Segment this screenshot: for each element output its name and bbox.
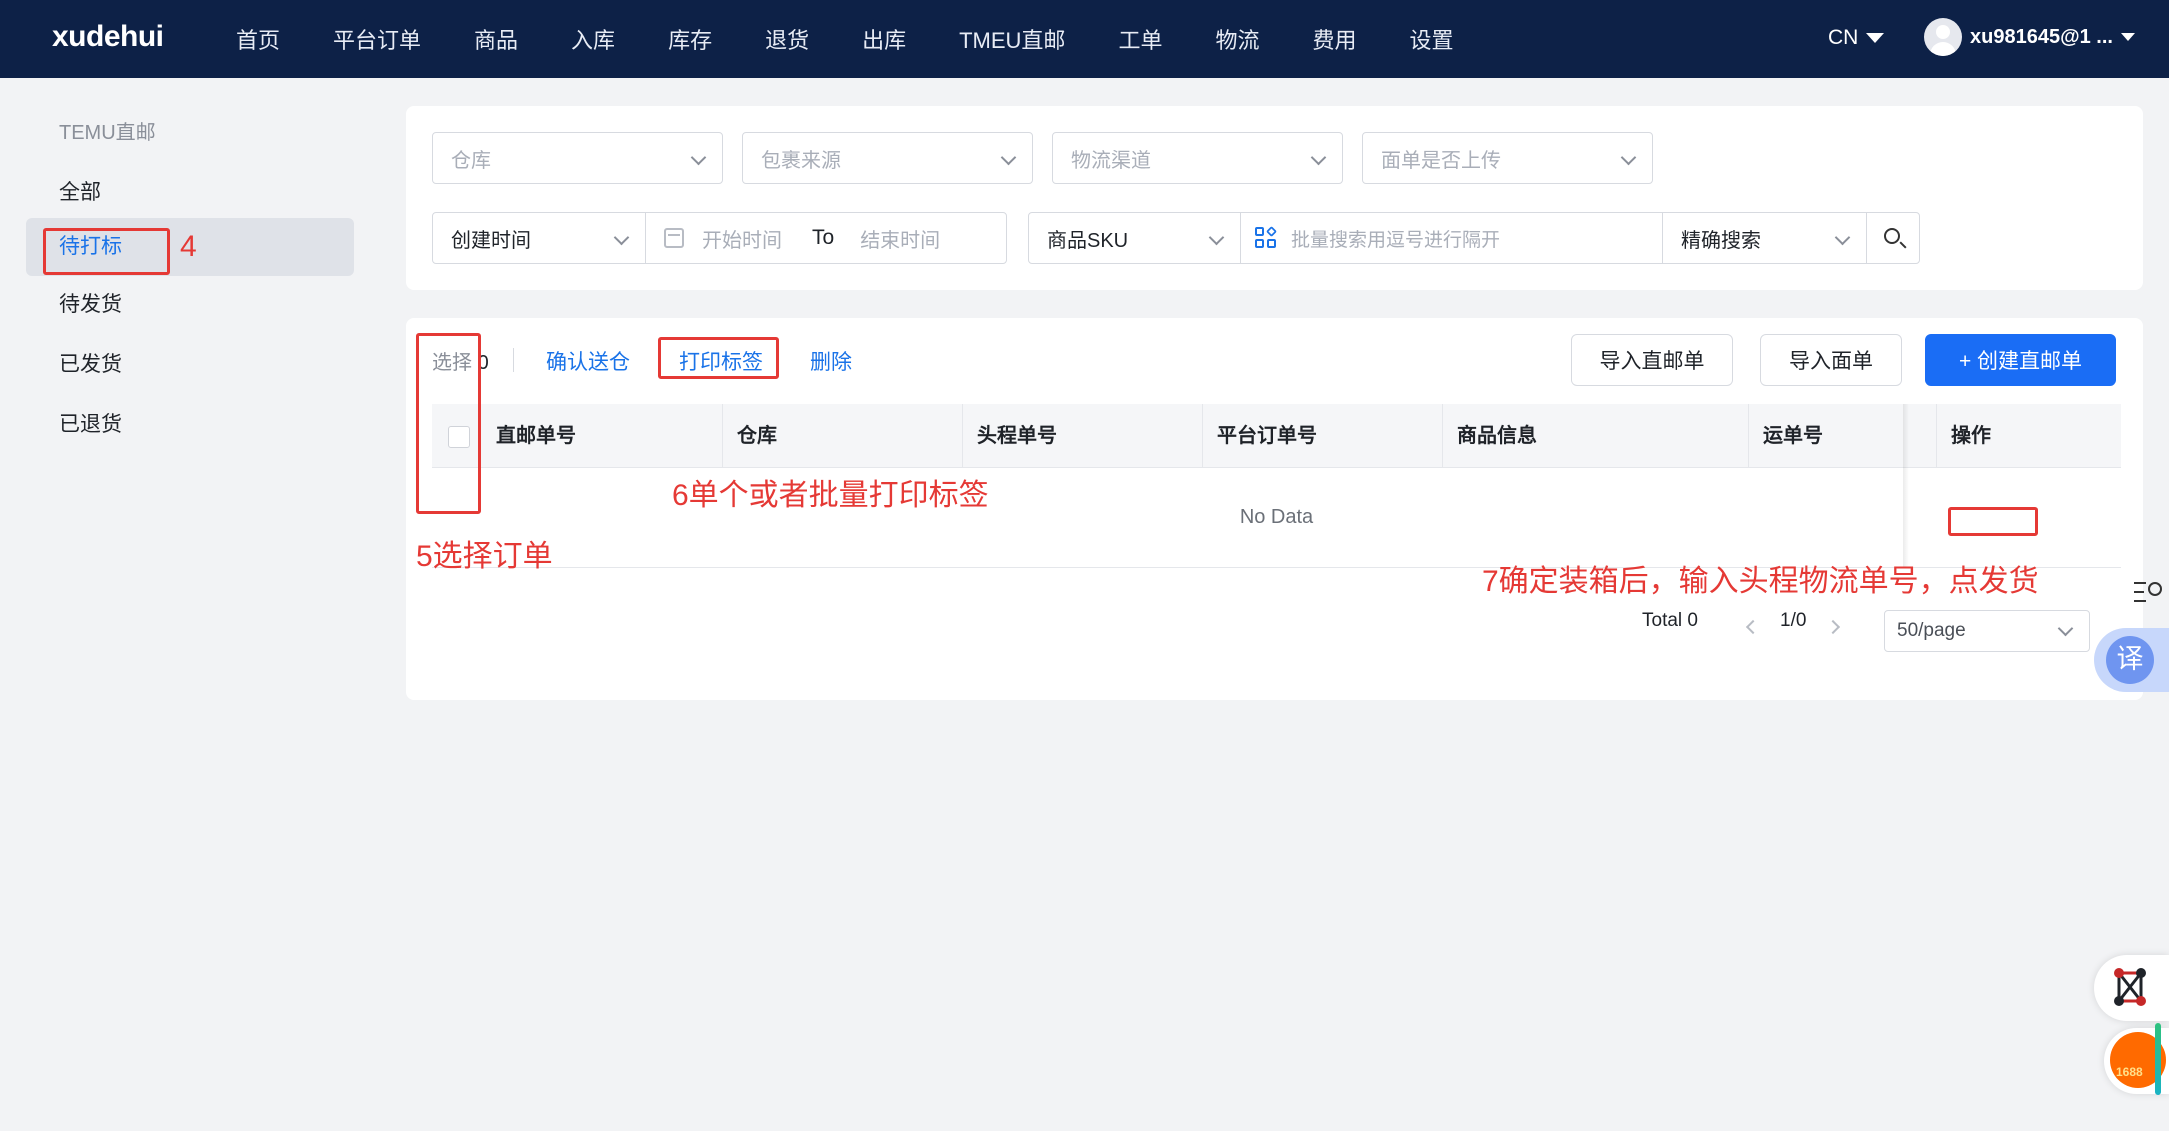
package-source-placeholder: 包裹来源 <box>761 149 841 172</box>
toolbar-divider <box>513 348 514 372</box>
translate-button[interactable]: 译 <box>2094 628 2169 692</box>
annotation-step-4: 4 <box>180 230 197 263</box>
package-source-select[interactable]: 包裹来源 <box>742 132 1033 184</box>
time-type-select[interactable]: 创建时间 <box>432 212 646 264</box>
network-plugin-button[interactable] <box>2094 955 2169 1021</box>
column-header-warehouse: 仓库 <box>722 404 962 468</box>
search-mode-select[interactable]: 精确搜索 <box>1662 212 1867 264</box>
annotation-step-7: 7确定装箱后，输入头程物流单号，点发货 <box>1482 565 2039 598</box>
annotation-step-5: 5选择订单 <box>416 540 553 573</box>
warehouse-select[interactable]: 仓库 <box>432 132 723 184</box>
chevron-down-icon <box>1620 149 1637 166</box>
calendar-icon <box>664 228 684 248</box>
network-icon <box>2114 968 2146 1006</box>
language-label: CN <box>1828 26 1859 49</box>
page-size-value: 50/page <box>1897 620 1966 641</box>
sidebar-title: TEMU直邮 <box>59 122 156 144</box>
pagination-total: Total 0 <box>1642 610 1698 631</box>
create-direct-button[interactable]: + 创建直邮单 <box>1925 334 2116 386</box>
column-header-first-leg-no: 头程单号 <box>962 404 1202 468</box>
annotation-step-6: 6单个或者批量打印标签 <box>672 479 989 512</box>
user-menu[interactable]: xu981645@1 ... <box>1924 18 2135 56</box>
annotation-box-select <box>416 333 481 514</box>
side-scroll-handle[interactable] <box>2155 1023 2161 1095</box>
chevron-down-icon <box>1310 149 1327 166</box>
annotation-box-action <box>1948 507 2038 536</box>
pagination-current: 1/0 <box>1780 610 1807 631</box>
nav-item-fees[interactable]: 费用 <box>1312 23 1356 55</box>
sidebar-item-all[interactable]: 全部 <box>26 164 354 222</box>
search-field-value: 商品SKU <box>1047 229 1129 252</box>
nav-item-inbound[interactable]: 入库 <box>571 23 615 55</box>
search-icon <box>1884 228 1900 244</box>
language-switcher[interactable]: CN <box>1828 26 1885 50</box>
chevron-down-icon <box>690 149 707 166</box>
nav-item-tickets[interactable]: 工单 <box>1118 23 1162 55</box>
import-direct-button[interactable]: 导入直邮单 <box>1571 334 1733 386</box>
label-uploaded-placeholder: 面单是否上传 <box>1381 149 1501 172</box>
column-header-platform-order-no: 平台订单号 <box>1202 404 1442 468</box>
top-navigation-bar: xudehui 首页 平台订单 商品 入库 库存 退货 出库 TMEU直邮 工单… <box>0 0 2169 78</box>
nav-item-returns[interactable]: 退货 <box>765 23 809 55</box>
table-header: 直邮单号 仓库 头程单号 平台订单号 商品信息 运单号 操作 <box>432 404 2121 468</box>
fixed-column-shadow <box>1903 404 1909 568</box>
chevron-down-icon <box>1866 33 1885 43</box>
nav-item-inventory[interactable]: 库存 <box>668 23 712 55</box>
nav-item-settings[interactable]: 设置 <box>1409 23 1453 55</box>
avatar <box>1924 18 1962 56</box>
prev-page-icon[interactable] <box>1745 619 1761 635</box>
column-header-product-info: 商品信息 <box>1442 404 1748 468</box>
sidebar-item-pending-ship[interactable]: 待发货 <box>26 276 354 334</box>
chevron-down-icon <box>1834 229 1851 246</box>
chevron-down-icon <box>2120 33 2135 41</box>
annotation-box-pending-label <box>43 228 170 275</box>
nav-item-platform-orders[interactable]: 平台订单 <box>333 23 421 55</box>
logistics-channel-select[interactable]: 物流渠道 <box>1052 132 1343 184</box>
main-nav: 首页 平台订单 商品 入库 库存 退货 出库 TMEU直邮 工单 物流 费用 设… <box>236 0 1507 78</box>
batch-grid-icon <box>1255 226 1277 249</box>
chevron-down-icon <box>2057 620 2074 637</box>
list-search-icon[interactable] <box>2132 576 2169 610</box>
batch-search-placeholder: 批量搜索用逗号进行隔开 <box>1291 229 1501 251</box>
alibaba-1688-label: 1688 <box>2116 1065 2143 1079</box>
chevron-down-icon <box>1000 149 1017 166</box>
nav-item-logistics[interactable]: 物流 <box>1215 23 1259 55</box>
warehouse-select-placeholder: 仓库 <box>451 149 491 172</box>
start-time-input[interactable]: 开始时间 <box>702 224 782 253</box>
nav-item-outbound[interactable]: 出库 <box>862 23 906 55</box>
user-name: xu981645@1 ... <box>1970 25 2113 48</box>
chevron-down-icon <box>613 229 630 246</box>
label-uploaded-select[interactable]: 面单是否上传 <box>1362 132 1653 184</box>
column-header-actions: 操作 <box>1936 404 2121 468</box>
logistics-channel-placeholder: 物流渠道 <box>1071 149 1151 172</box>
delete-link[interactable]: 删除 <box>810 346 852 376</box>
date-range-separator: To <box>812 226 835 249</box>
nav-item-products[interactable]: 商品 <box>474 23 518 55</box>
import-label-button[interactable]: 导入面单 <box>1760 334 1902 386</box>
app-logo[interactable]: xudehui <box>52 20 164 54</box>
next-page-icon[interactable] <box>1825 619 1841 635</box>
search-field-select[interactable]: 商品SKU <box>1028 212 1241 264</box>
search-mode-value: 精确搜索 <box>1681 229 1761 252</box>
chevron-down-icon <box>1208 229 1225 246</box>
end-time-input[interactable]: 结束时间 <box>860 224 940 253</box>
nav-item-tmeu-direct[interactable]: TMEU直邮 <box>959 23 1065 55</box>
confirm-send-link[interactable]: 确认送仓 <box>546 346 630 376</box>
filter-panel: 仓库 包裹来源 物流渠道 面单是否上传 创建时间 开始时间 To 结束时间 商品… <box>406 106 2143 290</box>
page-size-select[interactable]: 50/page <box>1884 610 2090 652</box>
annotation-box-print-label <box>658 337 779 379</box>
nav-item-home[interactable]: 首页 <box>236 23 280 55</box>
column-header-direct-no: 直邮单号 <box>496 425 576 447</box>
sidebar-item-returned[interactable]: 已退货 <box>26 396 354 454</box>
translate-icon: 译 <box>2106 636 2154 684</box>
search-button[interactable] <box>1866 212 1920 264</box>
date-range-picker[interactable]: 开始时间 To 结束时间 <box>645 212 1007 264</box>
sidebar-item-shipped[interactable]: 已发货 <box>26 336 354 394</box>
time-type-value: 创建时间 <box>451 229 531 252</box>
batch-search-input[interactable]: 批量搜索用逗号进行隔开 <box>1240 212 1663 264</box>
